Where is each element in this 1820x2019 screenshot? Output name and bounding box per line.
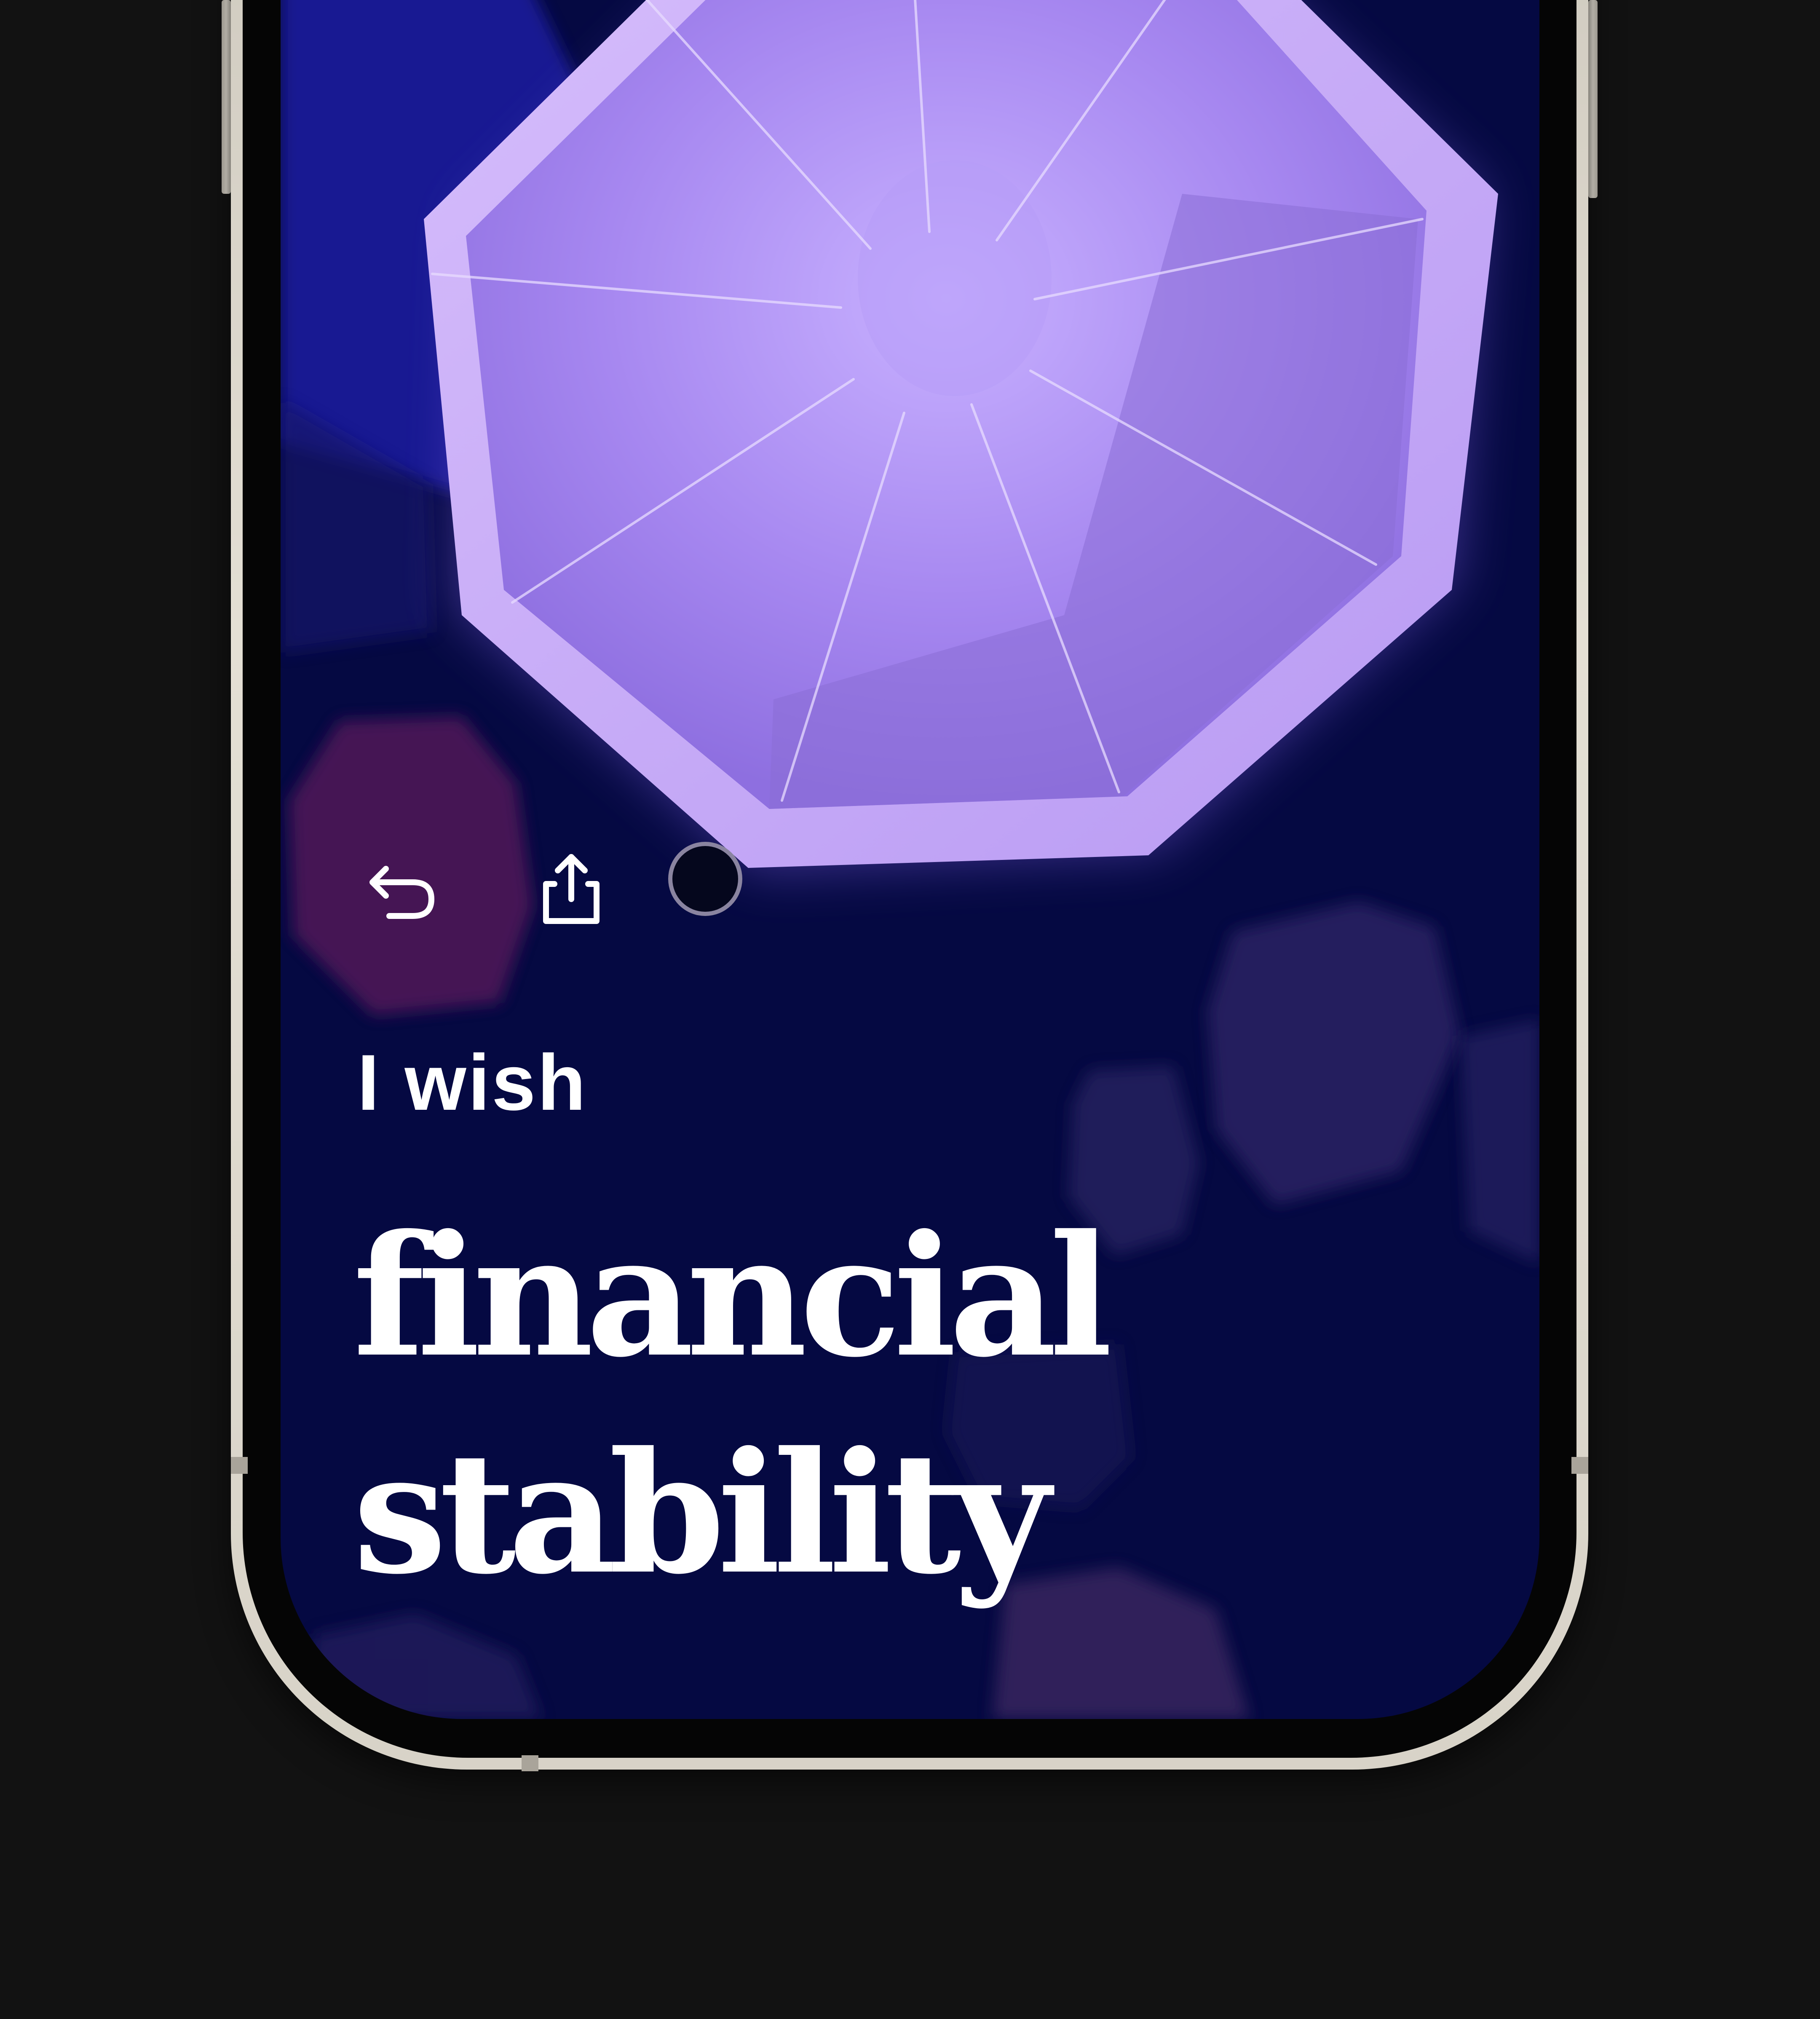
undo-arrow-icon (369, 866, 434, 919)
canvas: I wish financial stability (0, 0, 1820, 2019)
antenna-band-left (231, 1457, 248, 1474)
wish-prefix: I wish (357, 1038, 588, 1127)
antenna-band-bottom (522, 1755, 538, 1771)
wish-text-line-1: financial (353, 1199, 1113, 1394)
main-gem-core (858, 160, 1052, 396)
phone-side-button-right (1588, 0, 1598, 198)
wish-text-line-2: stability (353, 1416, 1050, 1611)
record-button[interactable] (668, 842, 742, 916)
phone-screen: I wish financial stability (281, 0, 1539, 1719)
faint-gem-1 (1207, 902, 1460, 1205)
antenna-band-right (1571, 1457, 1588, 1474)
faint-gem-3 (1460, 1020, 1539, 1264)
faint-gem-6 (306, 1614, 542, 1719)
share-button[interactable] (525, 843, 618, 935)
share-icon (543, 854, 600, 924)
undo-button[interactable] (356, 843, 449, 935)
phone-side-button-left (222, 0, 231, 194)
